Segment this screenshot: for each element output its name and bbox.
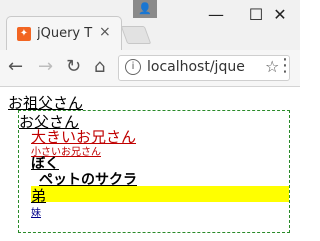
address-bar[interactable]: i localhost/jque ☆ bbox=[118, 55, 290, 81]
sister-text: 妹 bbox=[31, 208, 41, 219]
menu-kebab-icon[interactable]: ⋮ bbox=[276, 55, 294, 76]
browser-toolbar: ← → ↻ ⌂ i localhost/jque ☆ bbox=[0, 50, 300, 87]
browser-tab[interactable]: ✦ jQuery T × bbox=[6, 16, 122, 51]
url-text: localhost/jque bbox=[147, 59, 245, 75]
info-icon[interactable]: i bbox=[125, 59, 141, 75]
reload-icon[interactable]: ↻ bbox=[66, 56, 81, 77]
new-tab-button[interactable] bbox=[120, 26, 152, 44]
home-icon[interactable]: ⌂ bbox=[94, 56, 105, 77]
forward-arrow-icon[interactable]: → bbox=[38, 56, 53, 77]
close-window-button[interactable]: ✕ bbox=[260, 0, 300, 30]
tab-title: jQuery T bbox=[37, 26, 93, 41]
title-bar: ✦ jQuery T × 👤 — ☐ ✕ bbox=[0, 0, 300, 51]
family-container: お父さん 大きいお兄さん 小さいお兄さん ぼく ペットのサクラ 弟 妹 bbox=[18, 110, 290, 233]
page-content: お祖父さん お父さん 大きいお兄さん 小さいお兄さん ぼく ペットのサクラ 弟 … bbox=[0, 87, 300, 241]
brother-text: 弟 bbox=[31, 187, 47, 205]
profile-icon[interactable]: 👤 bbox=[133, 0, 157, 18]
minimize-button[interactable]: — bbox=[196, 0, 236, 30]
tab-close-icon[interactable]: × bbox=[99, 24, 111, 40]
back-arrow-icon[interactable]: ← bbox=[8, 56, 23, 77]
brother-highlight bbox=[31, 186, 289, 202]
jquery-favicon-icon: ✦ bbox=[17, 27, 31, 41]
